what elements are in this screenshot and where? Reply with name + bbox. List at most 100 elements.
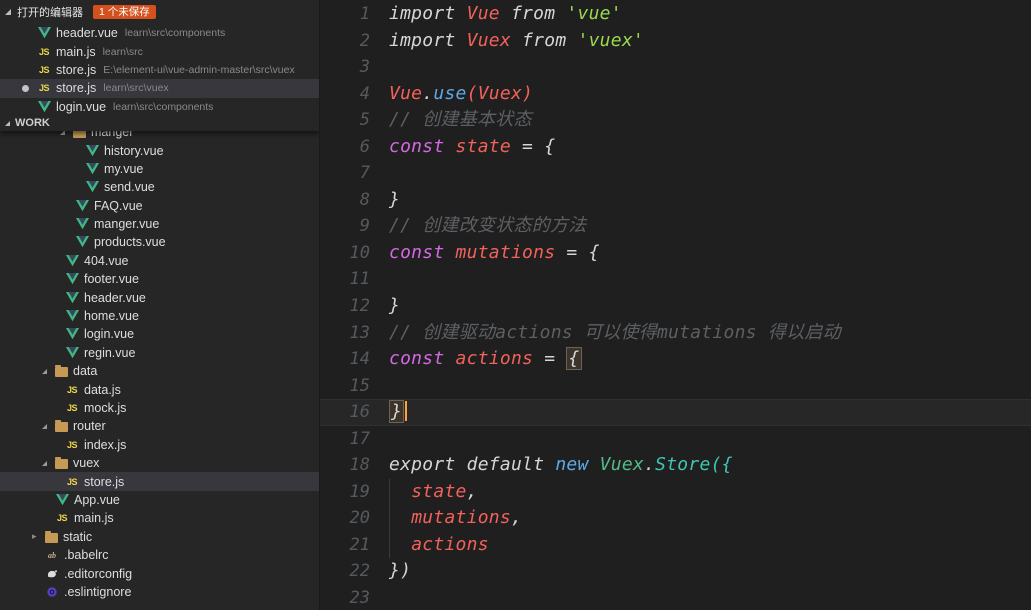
code-line[interactable]: 17 [320, 426, 1031, 453]
code-line[interactable]: 7 [320, 160, 1031, 187]
code-line[interactable]: 20 mutations, [320, 505, 1031, 532]
file-path: learn\src\vuex [103, 82, 169, 95]
tree-item[interactable]: manger [0, 130, 319, 141]
vscode-window: 打开的编辑器 1 个未保存 header.vue learn\src\compo… [0, 0, 1031, 610]
code-line[interactable]: 4 Vue.use(Vuex) [320, 81, 1031, 108]
code-line[interactable]: 15 [320, 373, 1031, 400]
tree-item[interactable]: static [0, 528, 319, 546]
line-number: 7 [359, 163, 370, 184]
file-name: header.vue [56, 26, 118, 41]
tree-item[interactable]: JS index.js [0, 436, 319, 454]
item-name: login.vue [84, 327, 135, 342]
code-line[interactable]: 5 // 创建基本状态 [320, 107, 1031, 134]
editorconfig-icon [44, 568, 60, 580]
tree-item[interactable]: 404.vue [0, 252, 319, 270]
code-line[interactable]: 22 }) [320, 558, 1031, 585]
tree-item[interactable]: JS data.js [0, 380, 319, 398]
tree-item[interactable]: JS main.js [0, 509, 319, 527]
vue-icon [74, 199, 90, 212]
item-name: send.vue [104, 180, 155, 195]
code-token: import [389, 29, 467, 51]
tree-item[interactable]: history.vue [0, 141, 319, 159]
code-line[interactable]: 18 export default new Vuex.Store({ [320, 452, 1031, 479]
code-text: export default new Vuex.Store({ [389, 452, 733, 479]
code-text: const actions = { [389, 346, 582, 373]
code-line[interactable]: 9 // 创建改变状态的方法 [320, 213, 1031, 240]
file-name: login.vue [56, 99, 107, 114]
tree-item[interactable]: home.vue [0, 307, 319, 325]
tree-item[interactable]: router [0, 417, 319, 435]
vue-icon [84, 181, 100, 193]
code-editor[interactable]: 1 import Vue from 'vue' 2 import Vuex fr… [320, 0, 1031, 610]
tree-item[interactable]: .editorconfig [0, 564, 319, 582]
tree-item[interactable]: login.vue [0, 325, 319, 343]
tree-item[interactable]: .eslintrc.js [0, 601, 319, 602]
code-line[interactable]: 16 } [320, 399, 1031, 426]
file-path: learn\src\components [124, 27, 226, 40]
tree-item[interactable]: ab .babelrc [0, 546, 319, 564]
code-token: mutations [411, 507, 511, 529]
line-number: 18 [349, 455, 370, 476]
line-number: 17 [349, 428, 370, 449]
code-line[interactable]: 6 const state = { [320, 134, 1031, 161]
tree-item[interactable]: FAQ.vue [0, 197, 319, 215]
tree-item[interactable]: header.vue [0, 288, 319, 306]
code-line[interactable]: 8 } [320, 187, 1031, 214]
open-editor-item[interactable]: JS store.js learn\src\vuex [0, 79, 319, 98]
tree-item[interactable]: regin.vue [0, 344, 319, 362]
item-name: history.vue [104, 143, 164, 158]
tree-item[interactable]: .eslintignore [0, 583, 319, 601]
code-token: = { [510, 135, 556, 157]
open-editor-item[interactable]: JS store.js E:\element-ui\vue-admin-mast… [0, 61, 319, 79]
open-editor-item[interactable]: header.vue learn\src\components [0, 24, 319, 42]
tree-item[interactable]: data [0, 362, 319, 380]
js-icon: JS [66, 439, 78, 450]
line-number: 23 [349, 588, 370, 609]
code-line[interactable]: 23 [320, 585, 1031, 610]
tree-item[interactable]: my.vue [0, 160, 319, 178]
code-token: } [389, 188, 401, 210]
code-line[interactable]: 2 import Vuex from 'vuex' [320, 28, 1031, 55]
work-section-header[interactable]: WORK [0, 115, 319, 131]
folder-icon [43, 530, 59, 543]
tree-item[interactable]: footer.vue [0, 270, 319, 288]
open-editors-header[interactable]: 打开的编辑器 1 个未保存 [0, 0, 319, 24]
line-number: 3 [359, 57, 370, 78]
line-number: 13 [349, 322, 370, 343]
code-line[interactable]: 11 [320, 266, 1031, 293]
code-line[interactable]: 3 [320, 54, 1031, 81]
open-editor-item[interactable]: login.vue learn\src\components [0, 98, 319, 116]
code-line[interactable]: 1 import Vue from 'vue' [320, 1, 1031, 28]
vue-icon [64, 310, 80, 322]
item-name: router [73, 419, 106, 434]
tree-item[interactable]: App.vue [0, 491, 319, 509]
code-line[interactable]: 14 const actions = { [320, 346, 1031, 373]
line-number: 22 [349, 561, 370, 582]
tree-item[interactable]: products.vue [0, 233, 319, 251]
code-text: } [389, 293, 400, 320]
line-number: 15 [349, 375, 370, 396]
item-name: regin.vue [84, 345, 136, 360]
code-token: // 创建改变状态的方法 [389, 215, 587, 237]
code-token: } [389, 400, 405, 424]
tree-item[interactable]: send.vue [0, 178, 319, 196]
js-icon: JS [66, 476, 78, 487]
code-line[interactable]: 12 } [320, 293, 1031, 320]
code-line[interactable]: 13 // 创建驱动actions 可以使得mutations 得以启动 [320, 320, 1031, 347]
code-line[interactable]: 21 actions [320, 531, 1031, 559]
tree-item[interactable]: vuex [0, 454, 319, 472]
explorer-sidebar: 打开的编辑器 1 个未保存 header.vue learn\src\compo… [0, 0, 320, 610]
code-token: state [411, 480, 467, 502]
tree-item[interactable]: manger.vue [0, 215, 319, 233]
folder-icon [53, 457, 69, 470]
open-editor-item[interactable]: JS main.js learn\src [0, 42, 319, 60]
item-name: index.js [84, 437, 127, 452]
js-icon: JS [38, 64, 50, 75]
code-line[interactable]: 19 state, [320, 478, 1031, 506]
tree-item[interactable]: JS mock.js [0, 399, 319, 417]
code-line[interactable]: 10 const mutations = { [320, 240, 1031, 267]
tree-item[interactable]: JS store.js [0, 472, 319, 491]
